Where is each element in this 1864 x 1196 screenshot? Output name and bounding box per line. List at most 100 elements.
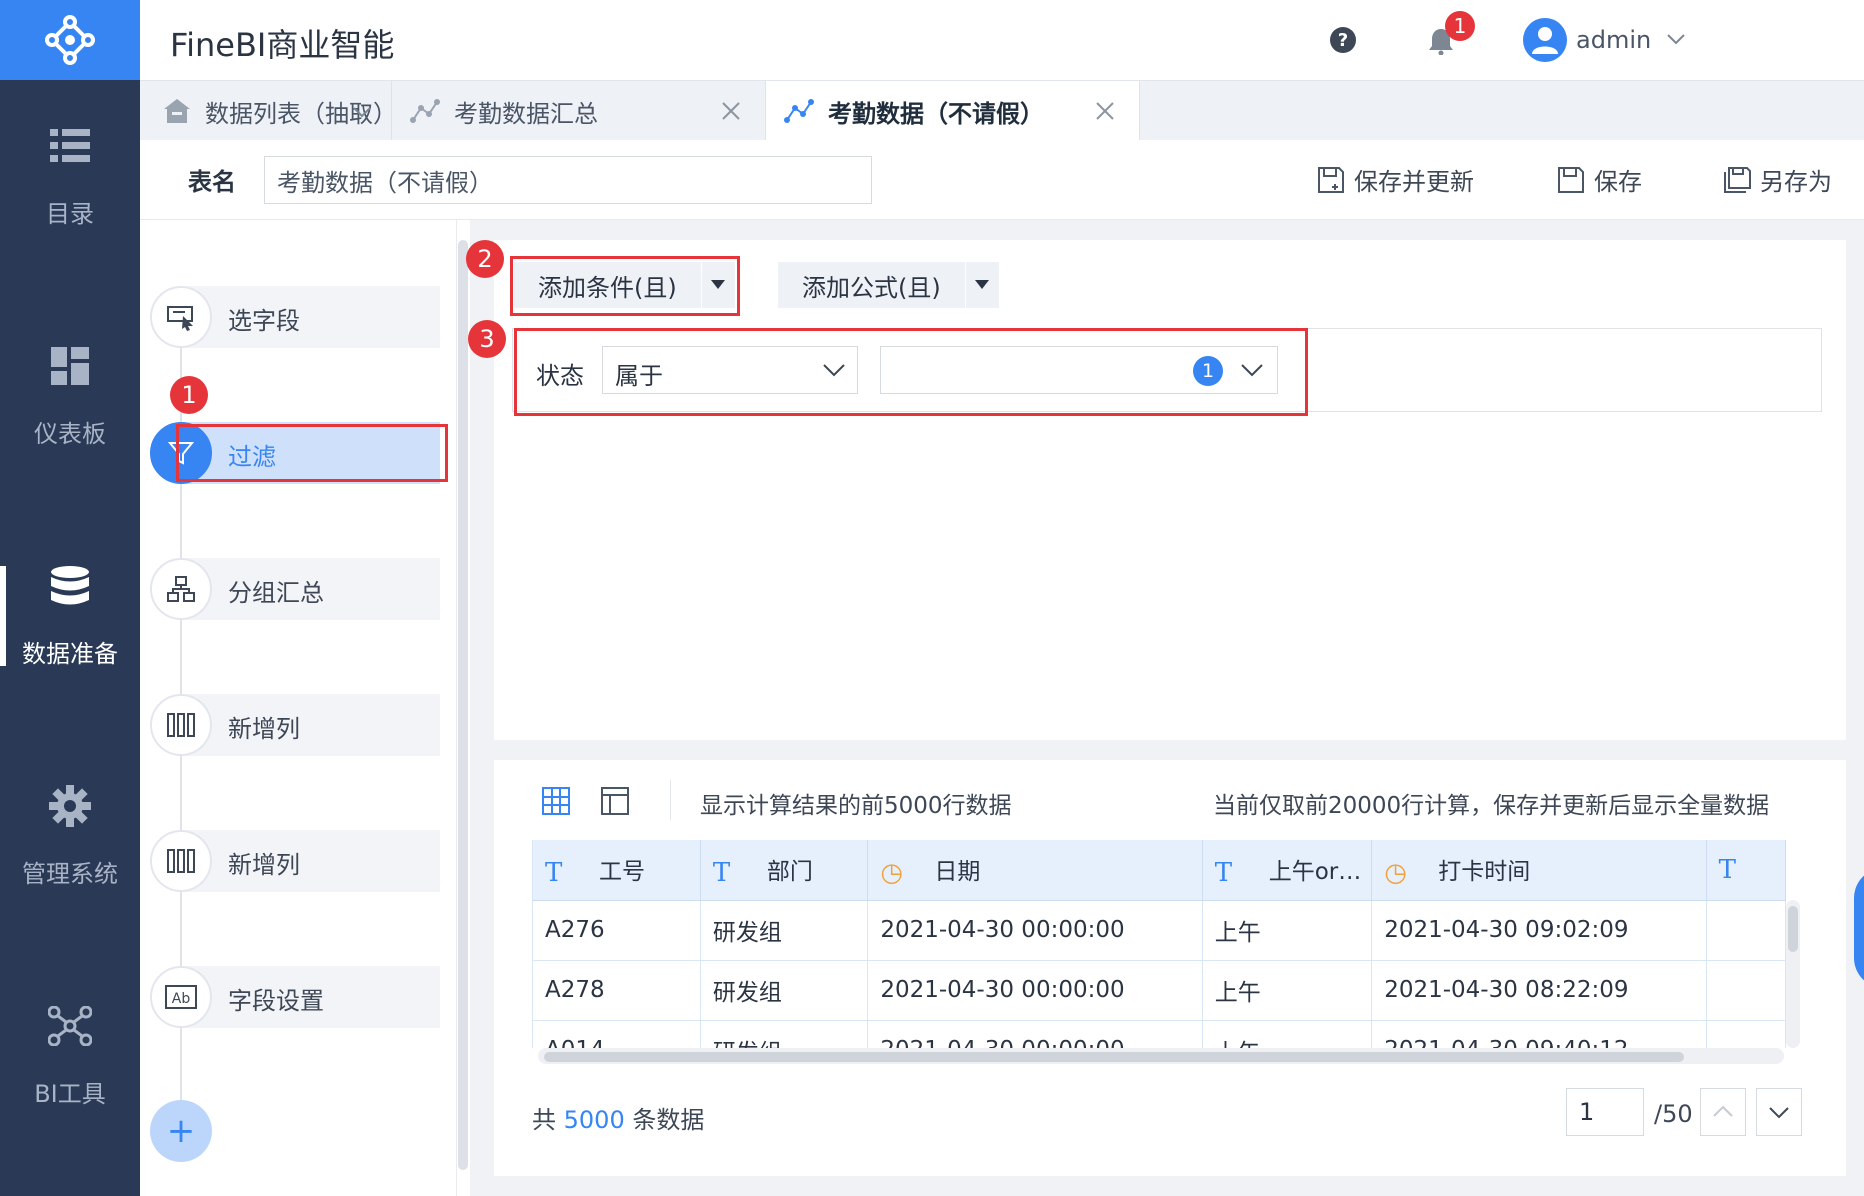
nav-item-label: 仪表板 — [34, 419, 106, 448]
add-formula-button[interactable]: 添加公式(且) — [778, 262, 999, 308]
notification-badge: 1 — [1445, 11, 1475, 41]
table-cell: A014 — [533, 1020, 701, 1048]
add-step-button[interactable]: + — [150, 1100, 212, 1162]
save-as-icon — [1724, 166, 1751, 193]
chevron-up-icon — [1713, 1105, 1733, 1117]
save-update-icon — [1318, 166, 1344, 193]
step-field-settings[interactable]: Ab 字段设置 — [150, 966, 440, 1028]
column-header[interactable]: ◷ 日期 — [867, 840, 1203, 901]
table-cell: 研发组 — [700, 1020, 869, 1048]
save-as-label: 另存为 — [1760, 168, 1832, 196]
grid-vertical-scroll-thumb[interactable] — [1788, 906, 1798, 952]
table-row: A276 研发组 2021-04-30 00:00:00 上午 2021-04-… — [533, 900, 1786, 961]
avatar[interactable] — [1523, 18, 1567, 62]
preview-compute-note: 当前仅取前20000行计算，保存并更新后显示全量数据 — [1213, 793, 1770, 819]
save-and-update-button[interactable]: 保存并更新 — [1316, 162, 1474, 197]
table-view-icon[interactable] — [541, 786, 571, 816]
save-label: 保存 — [1594, 168, 1642, 196]
finebi-logo[interactable] — [0, 0, 140, 80]
table-cell: 2021-04-30 00:00:00 — [867, 1020, 1203, 1048]
help-icon[interactable]: ? — [1330, 27, 1356, 53]
tab-attendance-no-leave[interactable]: 考勤数据（不请假） — [766, 81, 1140, 141]
step-label: 字段设置 — [228, 987, 324, 1015]
table-cell: 上午 — [1202, 960, 1373, 1021]
database-icon — [48, 564, 92, 608]
next-page-button[interactable] — [1756, 1088, 1802, 1136]
text-type-icon: T — [545, 857, 563, 888]
table-cell: 2021-04-30 08:22:09 — [1371, 960, 1707, 1021]
field-settings-icon: Ab — [150, 966, 212, 1028]
page-number-input[interactable] — [1566, 1088, 1644, 1136]
nav-item-data-prep[interactable]: 数据准备 — [0, 536, 140, 696]
nav-item-label: BI工具 — [34, 1079, 106, 1108]
column-header[interactable]: T 工号 — [533, 840, 701, 901]
nav-item-bi-tools[interactable]: BI工具 — [0, 976, 140, 1136]
add-column-icon — [150, 694, 212, 756]
save-as-button[interactable]: 另存为 — [1722, 162, 1832, 197]
close-icon[interactable] — [719, 99, 743, 123]
tab-data-list[interactable]: 数据列表（抽取） — [140, 81, 397, 141]
tab-label: 考勤数据汇总 — [454, 99, 598, 128]
table-cell: 2021-04-30 00:00:00 — [867, 960, 1203, 1021]
table-cell: 2021-04-30 09:02:09 — [1371, 900, 1707, 961]
save-button[interactable]: 保存 — [1556, 162, 1642, 197]
table-row: A014 研发组 2021-04-30 00:00:00 上午 2021-04-… — [533, 1020, 1786, 1048]
nav-item-dashboard[interactable]: 仪表板 — [0, 316, 140, 476]
step-group-summary[interactable]: 分组汇总 — [150, 558, 440, 620]
nav-item-label: 数据准备 — [22, 639, 118, 668]
group-icon — [150, 558, 212, 620]
step-select-fields[interactable]: 选字段 — [150, 286, 440, 348]
save-icon — [1558, 166, 1584, 193]
tab-attendance-summary[interactable]: 考勤数据汇总 — [392, 81, 766, 141]
total-row-count: 5000 — [563, 1106, 625, 1134]
tools-icon — [48, 1004, 92, 1048]
toolbar-divider — [670, 780, 671, 820]
tab-bar: 数据列表（抽取） 考勤数据汇总 考勤数据（不请假） — [140, 80, 1864, 141]
table-row: A278 研发组 2021-04-30 00:00:00 上午 2021-04-… — [533, 960, 1786, 1021]
tab-label: 考勤数据（不请假） — [828, 99, 1044, 128]
nav-item-label: 目录 — [46, 199, 94, 228]
column-header[interactable]: T 上午or… — [1202, 840, 1373, 901]
table-name-label: 表名 — [188, 168, 236, 196]
nav-item-catalog[interactable]: 目录 — [0, 96, 140, 256]
add-formula-label: 添加公式(且) — [802, 273, 941, 302]
preview-row-note: 显示计算结果的前5000行数据 — [700, 793, 1012, 819]
total-rows: 共 5000 条数据 — [532, 1106, 705, 1134]
nav-item-label: 管理系统 — [22, 859, 118, 888]
table-name-input[interactable] — [264, 156, 872, 204]
chevron-down-icon — [1769, 1107, 1789, 1119]
table-cell: A276 — [533, 900, 701, 961]
step-add-column[interactable]: 新增列 — [150, 830, 440, 892]
save-update-label: 保存并更新 — [1354, 168, 1474, 196]
column-header[interactable]: ◷ 打卡时间 — [1371, 840, 1707, 901]
step-label: 分组汇总 — [228, 579, 324, 607]
user-name[interactable]: admin — [1576, 26, 1651, 54]
step-panel-scroll-thumb[interactable] — [458, 240, 468, 1170]
close-icon[interactable] — [1093, 99, 1117, 123]
step-add-column[interactable]: 新增列 — [150, 694, 440, 756]
table-cell: 研发组 — [700, 960, 869, 1021]
nav-item-admin[interactable]: 管理系统 — [0, 756, 140, 916]
table-header-row: T 工号 T 部门 ◷ 日期 T 上午or… ◷ 打卡时间 T — [533, 840, 1786, 901]
highlight-add-condition — [510, 256, 740, 316]
prev-page-button[interactable] — [1700, 1088, 1746, 1136]
list-icon — [48, 124, 92, 168]
text-type-icon: T — [1718, 854, 1736, 885]
column-header[interactable]: T 部门 — [700, 840, 869, 901]
step-label: 选字段 — [228, 307, 300, 335]
table-cell: 上午 — [1202, 1020, 1373, 1048]
text-type-icon: T — [712, 857, 731, 888]
gear-icon — [48, 784, 92, 828]
analysis-icon — [410, 96, 440, 126]
chevron-down-icon[interactable] — [1665, 28, 1687, 50]
step-panel: 选字段 过滤 分组汇总 新增列 新增列 Ab 字段设置 + — [140, 220, 456, 1196]
home-icon — [162, 96, 191, 126]
column-header[interactable]: T — [1706, 840, 1786, 901]
chevron-down-icon[interactable] — [351, 101, 373, 123]
grid-horizontal-scroll-thumb[interactable] — [544, 1052, 1684, 1062]
caret-down-icon[interactable] — [964, 262, 999, 308]
app-title: FineBI商业智能 — [170, 26, 395, 64]
table-cell: 2021-04-30 09:40:12 — [1371, 1020, 1707, 1048]
svg-text:Ab: Ab — [172, 991, 191, 1007]
layout-view-icon[interactable] — [600, 786, 630, 816]
